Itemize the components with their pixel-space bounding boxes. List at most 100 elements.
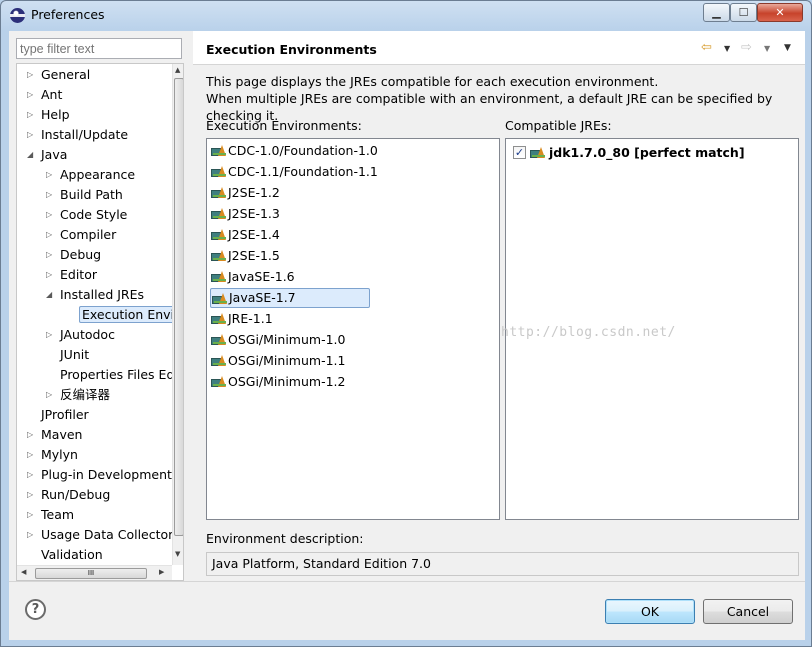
- scroll-right-icon[interactable]: ▶: [159, 568, 164, 576]
- collapsed-arrow-icon[interactable]: ▷: [27, 465, 37, 485]
- tree-item[interactable]: JUnit: [60, 345, 89, 365]
- tree-item[interactable]: ▷ Usage Data Collector: [27, 525, 173, 545]
- environment-row[interactable]: OSGi/Minimum-1.0: [210, 330, 345, 350]
- tree-horizontal-scrollbar[interactable]: ◀ III ▶: [17, 565, 172, 580]
- tree-item[interactable]: ◢ Java: [27, 145, 67, 165]
- tree-item[interactable]: Validation: [41, 545, 103, 565]
- forward-history-dropdown-icon[interactable]: ▼: [764, 44, 770, 53]
- jre-checkbox[interactable]: ✓: [513, 146, 526, 159]
- environment-row[interactable]: J2SE-1.5: [210, 246, 280, 266]
- execution-environments-label: Execution Environments:: [206, 118, 362, 133]
- tree-item[interactable]: ▷ Team: [27, 505, 74, 525]
- tree-item-label: JUnit: [60, 347, 90, 362]
- scroll-up-icon[interactable]: ▲: [175, 66, 180, 74]
- collapsed-arrow-icon[interactable]: ▷: [46, 165, 56, 185]
- tree-item[interactable]: Properties Files Ed: [60, 365, 174, 385]
- tree-item[interactable]: ▷ Help: [27, 105, 70, 125]
- close-button[interactable]: ✕: [757, 3, 803, 22]
- tree-item[interactable]: ▷ Run/Debug: [27, 485, 110, 505]
- environment-row[interactable]: OSGi/Minimum-1.1: [210, 351, 345, 371]
- cancel-button[interactable]: Cancel: [703, 599, 793, 624]
- tree-item[interactable]: ▷ General: [27, 65, 90, 85]
- tree-item[interactable]: ▷ 反编译器: [46, 385, 111, 405]
- tree-item[interactable]: ◢ Installed JREs: [46, 285, 144, 305]
- horizontal-scroll-thumb[interactable]: III: [35, 568, 147, 579]
- back-arrow-icon[interactable]: ⇦: [701, 40, 712, 55]
- back-history-dropdown-icon[interactable]: ▼: [724, 44, 730, 53]
- tree-item[interactable]: ▷ Debug: [46, 245, 101, 265]
- view-menu-icon[interactable]: ▼: [784, 43, 791, 53]
- collapsed-arrow-icon[interactable]: ▷: [46, 205, 56, 225]
- expanded-arrow-icon[interactable]: ◢: [46, 285, 56, 305]
- tree-item[interactable]: ▷ Compiler: [46, 225, 117, 245]
- environment-row[interactable]: OSGi/Minimum-1.2: [210, 372, 345, 392]
- collapsed-arrow-icon[interactable]: ▷: [27, 105, 37, 125]
- tree-item[interactable]: ▷ Editor: [46, 265, 97, 285]
- environment-row[interactable]: J2SE-1.2: [210, 183, 280, 203]
- tree-item-label: 反编译器: [60, 387, 111, 402]
- environment-description-label: Environment description:: [206, 531, 364, 546]
- tree-item[interactable]: ▷ Build Path: [46, 185, 123, 205]
- tree-item[interactable]: ▷ Ant: [27, 85, 62, 105]
- tree-item[interactable]: ▷ JAutodoc: [46, 325, 115, 345]
- environment-row[interactable]: JavaSE-1.6: [210, 267, 295, 287]
- tree-item[interactable]: ▷ Mylyn: [27, 445, 78, 465]
- tree-item-label: Execution Envir: [79, 306, 183, 323]
- preferences-window: Preferences ▁ ☐ ✕ Validation ▷ Usage Data …: [0, 0, 812, 647]
- environment-row[interactable]: CDC-1.0/Foundation-1.0: [210, 141, 378, 161]
- collapsed-arrow-icon[interactable]: ▷: [46, 265, 56, 285]
- environment-label: J2SE-1.3: [228, 206, 280, 221]
- collapsed-arrow-icon[interactable]: ▷: [46, 325, 56, 345]
- filter-input[interactable]: [16, 38, 182, 59]
- collapsed-arrow-icon[interactable]: ▷: [46, 245, 56, 265]
- environment-icon: [211, 229, 227, 241]
- tree-item[interactable]: Execution Envir: [79, 305, 183, 325]
- preference-tree[interactable]: Validation ▷ Usage Data Collector ▷ Team ▷ Run…: [16, 63, 184, 581]
- minimize-button[interactable]: ▁: [703, 3, 730, 22]
- tree-item[interactable]: JProfiler: [41, 405, 89, 425]
- environment-icon: [212, 293, 228, 305]
- forward-arrow-icon[interactable]: ⇨: [741, 40, 752, 55]
- environment-row[interactable]: CDC-1.1/Foundation-1.1: [210, 162, 378, 182]
- maximize-button[interactable]: ☐: [730, 3, 757, 22]
- scroll-left-icon[interactable]: ◀: [21, 568, 26, 576]
- collapsed-arrow-icon[interactable]: ▷: [27, 445, 37, 465]
- tree-item-label: Install/Update: [41, 127, 129, 142]
- collapsed-arrow-icon[interactable]: ▷: [27, 65, 37, 85]
- collapsed-arrow-icon[interactable]: ▷: [46, 385, 56, 405]
- tree-item[interactable]: ▷ Code Style: [46, 205, 127, 225]
- ok-button[interactable]: OK: [605, 599, 695, 624]
- preference-page: Execution Environments ⇦ ▼ ⇨ ▼ ▼ This pa…: [193, 31, 805, 581]
- collapsed-arrow-icon[interactable]: ▷: [27, 125, 37, 145]
- environment-row[interactable]: JavaSE-1.7: [210, 288, 370, 308]
- collapsed-arrow-icon[interactable]: ▷: [27, 425, 37, 445]
- tree-item[interactable]: ▷ Appearance: [46, 165, 135, 185]
- page-header: Execution Environments ⇦ ▼ ⇨ ▼ ▼: [193, 31, 805, 65]
- pane-sash[interactable]: [185, 63, 191, 581]
- collapsed-arrow-icon[interactable]: ▷: [27, 505, 37, 525]
- environment-row[interactable]: JRE-1.1: [210, 309, 273, 329]
- environment-label: CDC-1.0/Foundation-1.0: [228, 143, 378, 158]
- collapsed-arrow-icon[interactable]: ▷: [27, 525, 37, 545]
- jre-label: jdk1.7.0_80 [perfect match]: [549, 145, 745, 160]
- tree-item[interactable]: ▷ Maven: [27, 425, 82, 445]
- tree-item[interactable]: ▷ Plug-in Development: [27, 465, 172, 485]
- tree-item-label: Compiler: [60, 227, 117, 242]
- tree-vertical-scrollbar[interactable]: ▲ ▼: [172, 64, 183, 565]
- vertical-scroll-thumb[interactable]: [174, 78, 183, 536]
- collapsed-arrow-icon[interactable]: ▷: [46, 225, 56, 245]
- tree-item[interactable]: ▷ Install/Update: [27, 125, 129, 145]
- collapsed-arrow-icon[interactable]: ▷: [46, 185, 56, 205]
- execution-environments-list[interactable]: CDC-1.0/Foundation-1.0 CDC-1.1/Foundation…: [206, 138, 500, 520]
- title-bar[interactable]: Preferences ▁ ☐ ✕: [1, 1, 811, 31]
- environment-row[interactable]: J2SE-1.3: [210, 204, 280, 224]
- expanded-arrow-icon[interactable]: ◢: [27, 145, 37, 165]
- collapsed-arrow-icon[interactable]: ▷: [27, 85, 37, 105]
- environment-icon: [211, 166, 227, 178]
- help-icon[interactable]: ?: [25, 599, 46, 620]
- environment-label: JavaSE-1.6: [228, 269, 295, 284]
- collapsed-arrow-icon[interactable]: ▷: [27, 485, 37, 505]
- environment-icon: [211, 376, 227, 388]
- scroll-down-icon[interactable]: ▼: [175, 550, 180, 558]
- environment-row[interactable]: J2SE-1.4: [210, 225, 280, 245]
